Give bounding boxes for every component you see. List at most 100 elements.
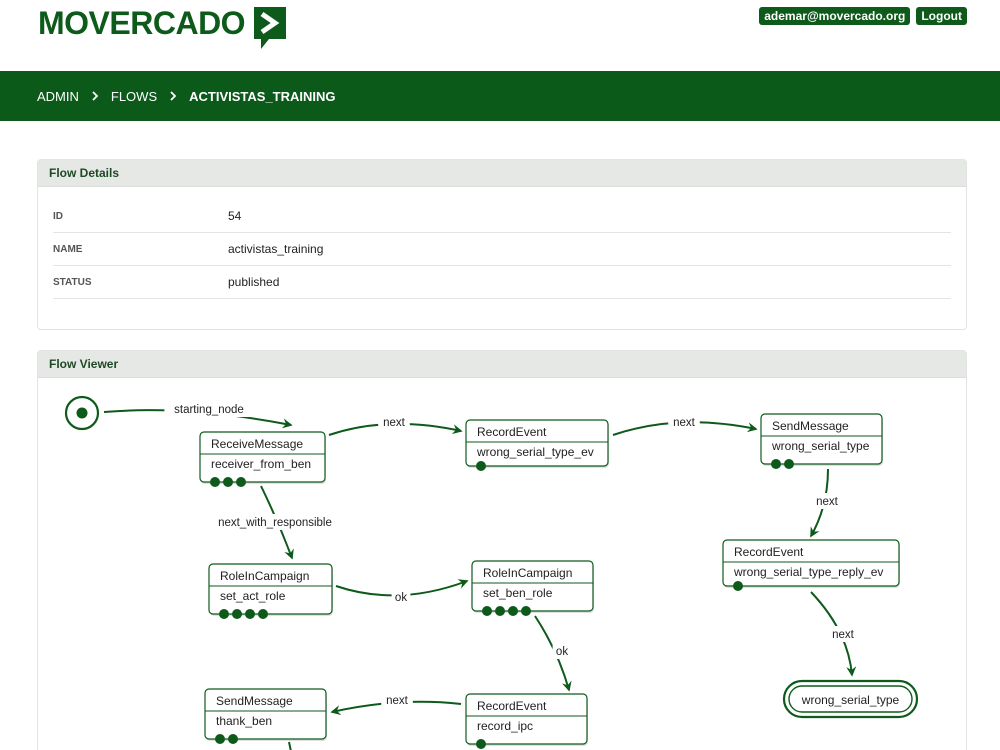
edge-label-text: next_with_responsible bbox=[218, 517, 332, 529]
flow-edge: ok bbox=[534, 615, 572, 692]
flow-node-type: ReceiveMessage bbox=[211, 437, 303, 451]
terminal-node[interactable]: wrong_serial_type bbox=[782, 679, 919, 719]
edge-label-text: ok bbox=[556, 646, 568, 658]
flow-node[interactable]: SendMessage wrong_serial_type bbox=[760, 413, 883, 469]
flow-node-port[interactable] bbox=[258, 609, 268, 619]
flow-node-port[interactable] bbox=[245, 609, 255, 619]
user-email-link[interactable]: ademar@movercado.org bbox=[759, 7, 911, 25]
flow-node-port[interactable] bbox=[771, 459, 781, 469]
flow-edge: next_with_responsible bbox=[204, 485, 346, 560]
edge-label-text: next bbox=[386, 695, 409, 707]
flow-node-port[interactable] bbox=[508, 606, 518, 616]
flow-node-port[interactable] bbox=[482, 606, 492, 616]
start-node[interactable] bbox=[64, 395, 100, 431]
flow-edge-label: next_with_responsible bbox=[204, 514, 346, 530]
flow-node-port[interactable] bbox=[223, 477, 233, 487]
breadcrumb: ADMIN FLOWS ACTIVISTAS_TRAINING bbox=[0, 71, 1000, 121]
edge-label-text: next bbox=[832, 629, 855, 641]
flow-node-name: thank_ben bbox=[216, 714, 272, 728]
edge-label-text: next bbox=[383, 417, 406, 429]
flow-node-type: RecordEvent bbox=[477, 699, 547, 713]
flow-edge-line bbox=[288, 741, 292, 750]
detail-key: ID bbox=[53, 210, 63, 222]
flow-node-port[interactable] bbox=[476, 739, 486, 749]
detail-row-status: STATUS published bbox=[53, 266, 951, 299]
flow-diagram[interactable]: starting_nodenext next next next next_with_r… bbox=[38, 351, 968, 750]
page: MOVERCADO ademar@movercado.org Logout AD… bbox=[0, 0, 1000, 750]
detail-key: NAME bbox=[53, 243, 83, 255]
detail-row-name: NAME activistas_training bbox=[53, 233, 951, 266]
detail-value: 54 bbox=[228, 209, 242, 223]
logo-arrow-icon bbox=[254, 7, 287, 49]
movercado-logo[interactable]: MOVERCADO bbox=[38, 6, 287, 50]
flow-edge: next bbox=[810, 591, 859, 677]
flow-details-title: Flow Details bbox=[38, 160, 966, 187]
logout-button[interactable]: Logout bbox=[916, 7, 967, 25]
logo-text: MOVERCADO bbox=[38, 5, 246, 41]
flow-edge-label: next bbox=[378, 414, 410, 430]
flow-edge: next bbox=[330, 692, 462, 716]
flow-node-type: SendMessage bbox=[772, 419, 849, 433]
flow-node[interactable]: SendMessage thank_ben bbox=[204, 688, 327, 744]
flow-edge-label: next bbox=[668, 414, 700, 430]
flow-node-name: record_ipc bbox=[477, 719, 533, 733]
flow-node-name: set_act_role bbox=[220, 589, 286, 603]
terminal-node-label: wrong_serial_type bbox=[801, 693, 900, 707]
flow-viewer-panel: Flow Viewer starting_node next next next nex… bbox=[37, 350, 967, 750]
flow-node-type: RoleInCampaign bbox=[220, 569, 309, 583]
flow-edge: next bbox=[810, 468, 843, 538]
flow-edge: next bbox=[612, 414, 758, 436]
edge-label-text: next bbox=[673, 417, 696, 429]
edge-label-text: ok bbox=[395, 592, 407, 604]
flow-node-type: RecordEvent bbox=[477, 425, 547, 439]
detail-row-id: ID 54 bbox=[53, 200, 951, 233]
chevron-right-icon bbox=[169, 89, 177, 104]
flow-node-type: RoleInCampaign bbox=[483, 566, 572, 580]
flow-edge-label: next bbox=[381, 692, 413, 708]
flow-edge: next bbox=[328, 414, 463, 436]
flow-node-port[interactable] bbox=[219, 609, 229, 619]
flow-edge: ok bbox=[335, 579, 469, 605]
edge-label-text: next bbox=[816, 496, 839, 508]
flow-edge-label: next bbox=[811, 493, 843, 509]
flow-node-port[interactable] bbox=[521, 606, 531, 616]
flow-node[interactable]: ReceiveMessage receiver_from_ben bbox=[199, 431, 326, 487]
flow-node[interactable]: RecordEvent record_ipc bbox=[465, 693, 588, 749]
breadcrumb-admin[interactable]: ADMIN bbox=[37, 89, 79, 104]
chevron-right-icon bbox=[91, 89, 99, 104]
flow-node[interactable]: RoleInCampaign set_act_role bbox=[208, 563, 333, 619]
detail-key: STATUS bbox=[53, 276, 92, 288]
flow-node-port[interactable] bbox=[215, 734, 225, 744]
flow-edge-label: starting_node bbox=[164, 401, 254, 417]
flow-node-port[interactable] bbox=[784, 459, 794, 469]
flow-edge-label: next bbox=[827, 626, 859, 642]
detail-value: published bbox=[228, 275, 280, 289]
flow-node-port[interactable] bbox=[232, 609, 242, 619]
flow-node-port[interactable] bbox=[733, 581, 743, 591]
flow-edge: starting_node bbox=[103, 401, 293, 429]
flow-node-port[interactable] bbox=[210, 477, 220, 487]
detail-value: activistas_training bbox=[228, 242, 324, 256]
flow-node-port[interactable] bbox=[495, 606, 505, 616]
flow-node-type: RecordEvent bbox=[734, 545, 804, 559]
flow-node[interactable]: RecordEvent wrong_serial_type_reply_ev bbox=[722, 539, 900, 591]
flow-node-port[interactable] bbox=[228, 734, 238, 744]
flow-details-panel: Flow Details ID 54 NAME activistas_train… bbox=[37, 159, 967, 330]
breadcrumb-current: ACTIVISTAS_TRAINING bbox=[189, 88, 336, 104]
flow-node-name: wrong_serial_type bbox=[771, 439, 870, 453]
flow-node-name: receiver_from_ben bbox=[211, 457, 311, 471]
flow-edge-label: ok bbox=[552, 643, 572, 659]
flow-node-name: wrong_serial_type_reply_ev bbox=[733, 565, 883, 579]
flow-node-port[interactable] bbox=[236, 477, 246, 487]
flow-node-name: set_ben_role bbox=[483, 586, 553, 600]
user-actions: ademar@movercado.org Logout bbox=[759, 7, 967, 25]
edge-label-text: starting_node bbox=[174, 404, 244, 416]
flow-node[interactable]: RecordEvent wrong_serial_type_ev bbox=[465, 419, 609, 471]
flow-node-port[interactable] bbox=[476, 461, 486, 471]
breadcrumb-flows[interactable]: FLOWS bbox=[111, 89, 157, 104]
flow-node-type: SendMessage bbox=[216, 694, 293, 708]
flow-edge-label: ok bbox=[391, 589, 411, 605]
flow-edge bbox=[288, 741, 292, 750]
flow-node[interactable]: RoleInCampaign set_ben_role bbox=[471, 560, 594, 616]
flow-node-name: wrong_serial_type_ev bbox=[476, 445, 594, 459]
